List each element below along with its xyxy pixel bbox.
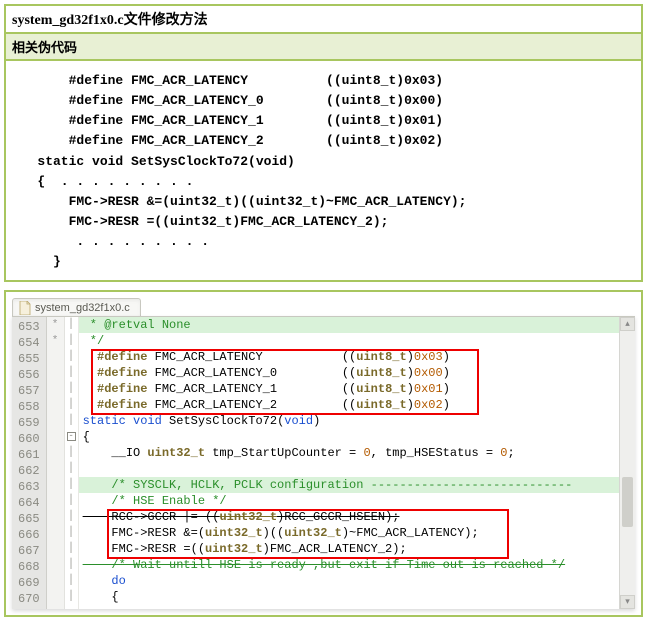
- code-line[interactable]: */: [79, 333, 635, 349]
- line-marker: [47, 589, 64, 605]
- line-number: 658: [18, 399, 40, 415]
- code-line[interactable]: /* SYSCLK, HCLK, PCLK configuration ----…: [79, 477, 635, 493]
- line-marker: [47, 413, 64, 429]
- fold-marker[interactable]: │: [65, 365, 78, 381]
- fold-marker[interactable]: │: [65, 589, 78, 605]
- line-number: 668: [18, 559, 40, 575]
- line-marker: [47, 525, 64, 541]
- code-line[interactable]: {: [79, 589, 635, 605]
- line-marker: [47, 349, 64, 365]
- line-number: 653: [18, 319, 40, 335]
- code-area[interactable]: * @retval None */ #define FMC_ACR_LATENC…: [79, 317, 635, 609]
- code-line[interactable]: static void SetSysClockTo72(void): [79, 413, 635, 429]
- line-marker: [47, 541, 64, 557]
- line-marker: [47, 509, 64, 525]
- fold-marker[interactable]: │: [65, 557, 78, 573]
- file-icon: [19, 301, 31, 315]
- fold-marker[interactable]: │: [65, 381, 78, 397]
- fold-marker[interactable]: │: [65, 333, 78, 349]
- code-line[interactable]: FMC->RESR &=(uint32_t)((uint32_t)~FMC_AC…: [79, 525, 635, 541]
- fold-marker[interactable]: │: [65, 461, 78, 477]
- code-line[interactable]: #define FMC_ACR_LATENCY_1 ((uint8_t)0x01…: [79, 381, 635, 397]
- line-number: 654: [18, 335, 40, 351]
- scroll-thumb[interactable]: [622, 477, 633, 527]
- line-number: 662: [18, 463, 40, 479]
- code-line[interactable]: do: [79, 573, 635, 589]
- fold-marker[interactable]: │: [65, 413, 78, 429]
- line-number: 664: [18, 495, 40, 511]
- fold-marker[interactable]: │: [65, 317, 78, 333]
- fold-marker[interactable]: -: [65, 429, 78, 445]
- editor-body: 6536546556566576586596606616626636646656…: [12, 316, 635, 609]
- vertical-scrollbar[interactable]: ▴ ▾: [619, 317, 635, 609]
- code-line[interactable]: /* Wait untill HSE is ready ,but exit if…: [79, 557, 635, 573]
- fold-marker[interactable]: │: [65, 349, 78, 365]
- line-number: 666: [18, 527, 40, 543]
- line-marker: [47, 381, 64, 397]
- code-line[interactable]: {: [79, 429, 635, 445]
- tab-file[interactable]: system_gd32f1x0.c: [12, 298, 141, 316]
- line-marker: [47, 461, 64, 477]
- code-editor: system_gd32f1x0.c 6536546556566576586596…: [4, 290, 643, 617]
- line-marker: [47, 477, 64, 493]
- line-marker: [47, 429, 64, 445]
- line-number: 665: [18, 511, 40, 527]
- line-marker: [47, 493, 64, 509]
- fold-marker[interactable]: │: [65, 525, 78, 541]
- line-number: 667: [18, 543, 40, 559]
- line-number: 669: [18, 575, 40, 591]
- line-marker: [47, 365, 64, 381]
- code-line[interactable]: * @retval None: [79, 317, 635, 333]
- section-title: system_gd32f1x0.c文件修改方法: [6, 6, 641, 34]
- code-line[interactable]: #define FMC_ACR_LATENCY ((uint8_t)0x03): [79, 349, 635, 365]
- section-subtitle: 相关伪代码: [6, 34, 641, 61]
- marker-column: **: [47, 317, 65, 609]
- line-number-gutter: 6536546556566576586596606616626636646656…: [12, 317, 47, 609]
- tab-label: system_gd32f1x0.c: [35, 302, 130, 314]
- fold-marker[interactable]: │: [65, 397, 78, 413]
- line-number: 663: [18, 479, 40, 495]
- line-marker: [47, 573, 64, 589]
- code-line[interactable]: FMC->RESR =((uint32_t)FMC_ACR_LATENCY_2)…: [79, 541, 635, 557]
- code-line[interactable]: #define FMC_ACR_LATENCY_0 ((uint8_t)0x00…: [79, 365, 635, 381]
- line-number: 659: [18, 415, 40, 431]
- code-line[interactable]: __IO uint32_t tmp_StartUpCounter = 0, tm…: [79, 445, 635, 461]
- code-line[interactable]: [79, 461, 635, 477]
- fold-marker[interactable]: │: [65, 541, 78, 557]
- scroll-up-button[interactable]: ▴: [620, 317, 635, 331]
- pseudocode-block: #define FMC_ACR_LATENCY ((uint8_t)0x03) …: [6, 61, 641, 280]
- code-line[interactable]: /* HSE Enable */: [79, 493, 635, 509]
- line-number: 656: [18, 367, 40, 383]
- code-line[interactable]: #define FMC_ACR_LATENCY_2 ((uint8_t)0x02…: [79, 397, 635, 413]
- line-number: 655: [18, 351, 40, 367]
- fold-marker[interactable]: │: [65, 445, 78, 461]
- line-marker: *: [47, 317, 64, 333]
- line-marker: [47, 445, 64, 461]
- line-marker: *: [47, 333, 64, 349]
- tab-bar: system_gd32f1x0.c: [12, 294, 635, 316]
- line-number: 661: [18, 447, 40, 463]
- fold-marker[interactable]: │: [65, 493, 78, 509]
- code-line[interactable]: RCC->GCCR |= ((uint32_t)RCC_GCCR_HSEEN);: [79, 509, 635, 525]
- fold-marker[interactable]: │: [65, 573, 78, 589]
- doc-section: system_gd32f1x0.c文件修改方法 相关伪代码 #define FM…: [4, 4, 643, 282]
- line-marker: [47, 557, 64, 573]
- line-number: 657: [18, 383, 40, 399]
- scroll-down-button[interactable]: ▾: [620, 595, 635, 609]
- line-marker: [47, 397, 64, 413]
- line-number: 670: [18, 591, 40, 607]
- fold-marker[interactable]: │: [65, 477, 78, 493]
- line-number: 660: [18, 431, 40, 447]
- fold-column[interactable]: │││││││-││││││││││: [65, 317, 79, 609]
- fold-marker[interactable]: │: [65, 509, 78, 525]
